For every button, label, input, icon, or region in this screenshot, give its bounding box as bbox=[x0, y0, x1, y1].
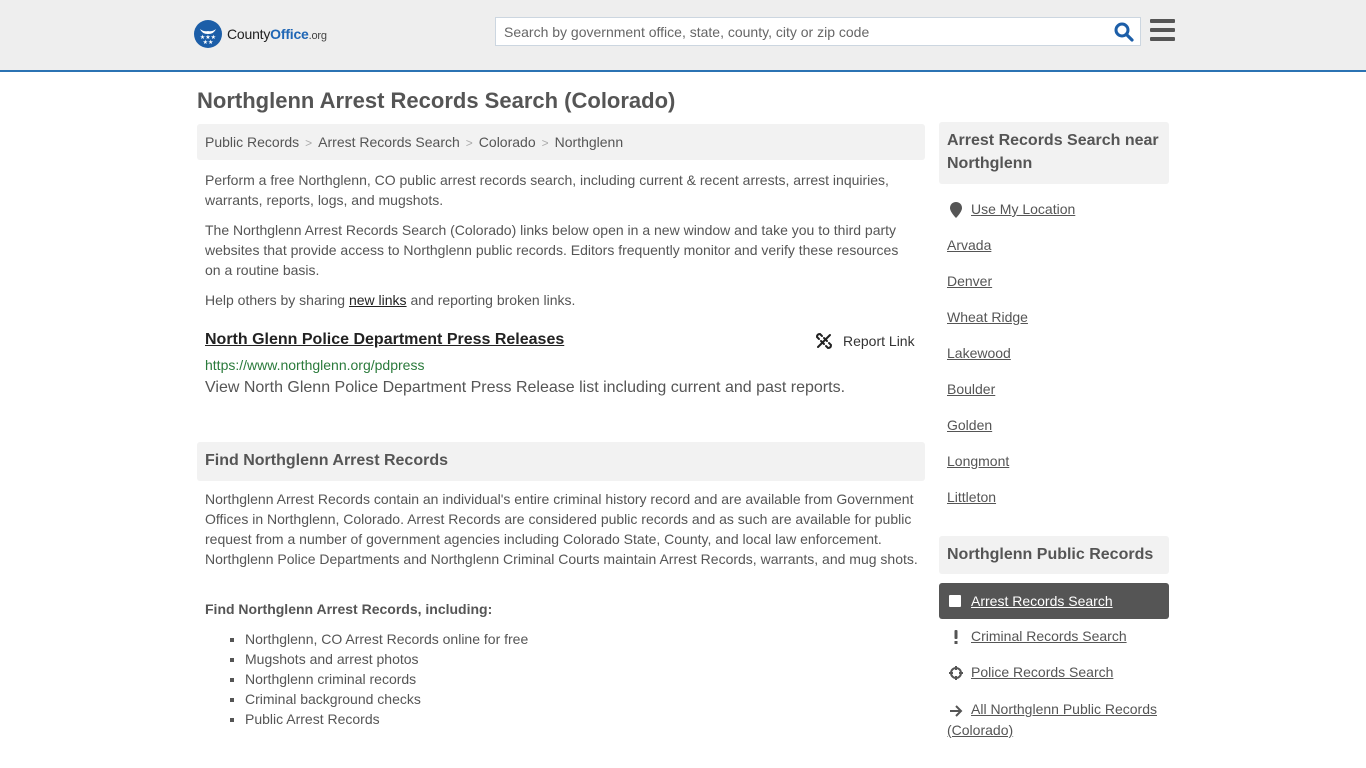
breadcrumb-northglenn[interactable]: Northglenn bbox=[555, 134, 624, 150]
find-records-list: Northglenn, CO Arrest Records online for… bbox=[245, 629, 528, 729]
map-marker-icon bbox=[947, 201, 965, 219]
breadcrumb-public-records[interactable]: Public Records bbox=[205, 134, 299, 150]
nearby-city-boulder[interactable]: Boulder bbox=[947, 381, 995, 397]
list-item: Northglenn criminal records bbox=[245, 669, 528, 689]
nearby-city-littleton[interactable]: Littleton bbox=[947, 489, 996, 505]
logo-text-county: County bbox=[227, 26, 271, 42]
site-header: ★★★ ★★ CountyOffice.org bbox=[0, 0, 1366, 72]
page-title: Northglenn Arrest Records Search (Colora… bbox=[197, 88, 676, 113]
nearby-header: Arrest Records Search near Northglenn bbox=[939, 122, 1169, 184]
nearby-city-arvada[interactable]: Arvada bbox=[947, 237, 991, 253]
logo-text-suffix: .org bbox=[308, 30, 327, 42]
search-input[interactable] bbox=[496, 18, 1106, 45]
site-logo[interactable]: ★★★ ★★ CountyOffice.org bbox=[194, 20, 327, 48]
report-link-button[interactable]: Report Link bbox=[815, 332, 915, 350]
logo-text-office: Office bbox=[270, 26, 309, 42]
intro-paragraph-3: Help others by sharing new links and rep… bbox=[205, 290, 915, 310]
nearby-city-denver[interactable]: Denver bbox=[947, 273, 992, 289]
sidebar-item-label[interactable]: All Northglenn Public Records (Colorado) bbox=[947, 701, 1157, 738]
result-title-link[interactable]: North Glenn Police Department Press Rele… bbox=[205, 331, 564, 349]
hamburger-menu-button[interactable] bbox=[1150, 19, 1175, 41]
list-item: Public Arrest Records bbox=[245, 709, 528, 729]
sidebar-item-label[interactable]: Criminal Records Search bbox=[971, 628, 1127, 644]
menu-bar-icon bbox=[1150, 28, 1175, 32]
square-icon bbox=[949, 595, 961, 607]
breadcrumb-separator: > bbox=[541, 136, 549, 150]
breadcrumb-separator: > bbox=[465, 136, 473, 150]
nearby-city-wheat-ridge[interactable]: Wheat Ridge bbox=[947, 309, 1028, 325]
svg-text:★★: ★★ bbox=[203, 39, 214, 45]
sidebar-item-criminal-records-search: Criminal Records Search bbox=[947, 628, 1127, 646]
breadcrumb: Public Records > Arrest Records Search > Col… bbox=[197, 124, 925, 160]
eagle-stars-logo-icon: ★★★ ★★ bbox=[194, 20, 222, 48]
report-link-label: Report Link bbox=[843, 333, 915, 349]
sidebar-item-label[interactable]: Police Records Search bbox=[971, 664, 1113, 680]
list-item: Mugshots and arrest photos bbox=[245, 649, 528, 669]
search-button[interactable] bbox=[1114, 22, 1134, 42]
breadcrumb-separator: > bbox=[305, 136, 313, 150]
list-item: Northglenn, CO Arrest Records online for… bbox=[245, 629, 528, 649]
use-my-location-link[interactable]: Use My Location bbox=[971, 201, 1075, 217]
sidebar-item-arrest-records-search[interactable]: Arrest Records Search bbox=[939, 583, 1169, 619]
intro-text: Help others by sharing bbox=[205, 292, 349, 308]
arrow-right-icon bbox=[947, 702, 965, 720]
result-url: https://www.northglenn.org/pdpress bbox=[205, 357, 425, 373]
crosshair-icon bbox=[947, 664, 965, 682]
search-bar bbox=[495, 17, 1141, 46]
exclamation-icon bbox=[947, 628, 965, 646]
sidebar-item-label[interactable]: Arrest Records Search bbox=[971, 593, 1113, 609]
sidebar-item-police-records-search: Police Records Search bbox=[947, 664, 1113, 682]
list-item: Criminal background checks bbox=[245, 689, 528, 709]
search-icon bbox=[1114, 22, 1134, 42]
intro-text: and reporting broken links. bbox=[406, 292, 576, 308]
intro-paragraph-2: The Northglenn Arrest Records Search (Co… bbox=[205, 222, 899, 278]
broken-link-icon bbox=[815, 332, 833, 350]
new-links-link[interactable]: new links bbox=[349, 292, 407, 308]
menu-bar-icon bbox=[1150, 19, 1175, 23]
nearby-city-lakewood[interactable]: Lakewood bbox=[947, 345, 1011, 361]
nearby-city-golden[interactable]: Golden bbox=[947, 417, 992, 433]
sidebar-item-all-public-records: All Northglenn Public Records (Colorado) bbox=[947, 699, 1169, 740]
intro-paragraph-1: Perform a free Northglenn, CO public arr… bbox=[205, 172, 889, 208]
breadcrumb-colorado[interactable]: Colorado bbox=[479, 134, 536, 150]
menu-bar-icon bbox=[1150, 37, 1175, 41]
result-description: View North Glenn Police Department Press… bbox=[205, 379, 846, 396]
find-records-body: Northglenn Arrest Records contain an ind… bbox=[205, 491, 918, 567]
logo-text: CountyOffice.org bbox=[227, 26, 327, 42]
nearby-city-longmont[interactable]: Longmont bbox=[947, 453, 1009, 469]
breadcrumb-arrest-records-search[interactable]: Arrest Records Search bbox=[318, 134, 460, 150]
public-records-header: Northglenn Public Records bbox=[939, 536, 1169, 574]
find-records-subheading: Find Northglenn Arrest Records, includin… bbox=[205, 601, 493, 617]
use-my-location-item: Use My Location bbox=[947, 201, 1075, 219]
find-records-header: Find Northglenn Arrest Records bbox=[197, 442, 925, 481]
